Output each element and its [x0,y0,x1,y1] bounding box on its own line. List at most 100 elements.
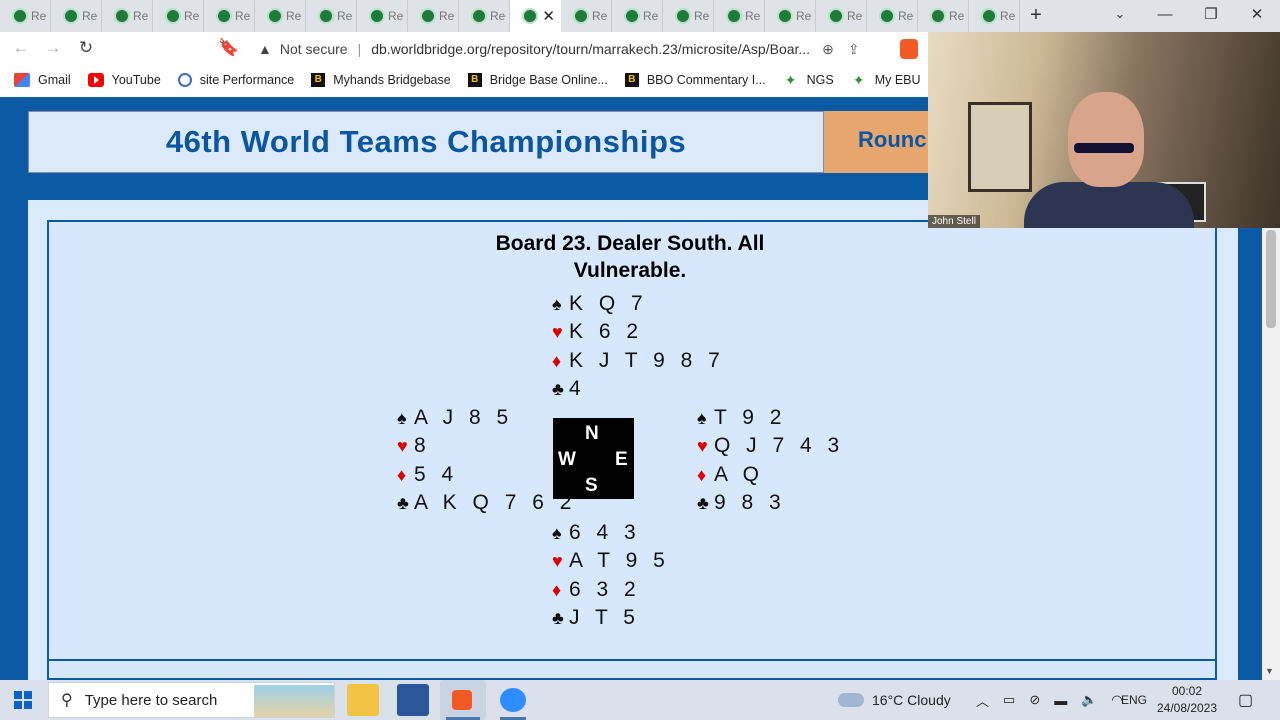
browser-tab[interactable]: Re [153,0,204,32]
forward-arrow-icon[interactable]: → [42,38,64,60]
browser-tab[interactable]: Re [612,0,663,32]
search-highlight-image [254,685,334,717]
worldbridge-favicon-icon [624,8,640,24]
browser-tab[interactable]: Re [51,0,102,32]
tab-label: Re [31,9,47,23]
tab-close-icon[interactable]: ✕ [542,7,555,25]
browser-tab[interactable]: Re [561,0,612,32]
zoom-icon[interactable]: ⊕ [822,41,834,58]
worldbridge-favicon-icon [63,8,79,24]
word-icon[interactable] [397,684,429,716]
video-overlay[interactable]: John Stell [928,32,1280,228]
battery-icon[interactable]: ▬ [1054,693,1067,708]
reload-icon[interactable]: ↻ [75,38,97,60]
south-diamonds-row: ♦ 6 3 2 [552,576,670,604]
file-explorer-icon[interactable] [347,684,379,716]
cloud-icon [838,693,864,707]
browser-tab[interactable]: Re [0,0,51,32]
bookmark-item[interactable]: B BBO Commentary I... [624,73,766,87]
browser-tab[interactable]: Re [816,0,867,32]
close-window-button[interactable]: ✕ [1242,4,1272,28]
tab-label: Re [439,9,455,23]
browser-tab[interactable]: Re [357,0,408,32]
participant-name: John Stell [928,215,980,228]
browser-tab[interactable]: Re [255,0,306,32]
chevron-up-icon[interactable]: ︿ [976,691,989,710]
tab-label: Re [898,9,914,23]
back-arrow-icon[interactable]: ← [10,38,32,60]
bookmark-item[interactable]: ✦ My EBU [851,73,921,87]
windows-start-icon[interactable] [14,691,32,709]
worldbridge-favicon-icon [573,8,589,24]
zoom-app-icon[interactable] [500,688,526,712]
gmail-icon [14,73,30,87]
worldbridge-favicon-icon [675,8,691,24]
browser-tab[interactable]: Re [459,0,510,32]
browser-tab[interactable]: Re [204,0,255,32]
brave-shields-icon[interactable] [900,39,918,59]
taskbar: ⚲ Type here to search 16°C Cloudy ︿ ▭ ⊘ … [0,680,1280,720]
minimize-button[interactable]: — [1150,4,1180,28]
bookmark-item[interactable]: YouTube [87,73,161,87]
bookmark-label: My EBU [874,73,921,87]
search-placeholder: Type here to search [84,691,218,709]
north-clubs-row: ♣ 4 [552,375,725,403]
taskbar-search[interactable]: ⚲ Type here to search [48,682,335,718]
scrollbar-thumb[interactable] [1266,230,1276,328]
hearts-suit-icon: ♥ [397,436,408,457]
tab-strip: Re Re Re Re Re Re Re Re Re Re ✕ Re Re Re Re Re Re Re Re Re … [0,0,1280,32]
browser-tab[interactable]: Re [867,0,918,32]
meet-now-icon[interactable]: ▭ [1003,692,1015,708]
url-text[interactable]: db.worldbridge.org/repository/tourn/marr… [371,41,810,57]
scroll-down-arrow-icon[interactable]: ▼ [1265,666,1274,676]
browser-tab[interactable]: Re [663,0,714,32]
bookmark-item[interactable]: B Myhands Bridgebase [311,73,451,87]
worldbridge-favicon-icon [522,8,538,24]
browser-tab[interactable]: Re [714,0,765,32]
worldbridge-favicon-icon [420,8,436,24]
diamonds-suit-icon: ♦ [697,464,707,485]
browser-tab[interactable]: ✕ [510,0,561,32]
address-bar[interactable]: ▲ Not secure | db.worldbridge.org/reposi… [250,35,920,63]
weather-widget[interactable]: 16°C Cloudy [838,680,951,720]
south-hearts-row: ♥ A T 9 5 [552,547,670,575]
browser-tab[interactable]: Re [918,0,969,32]
tab-label: Re [235,9,251,23]
participant-head [1068,92,1144,187]
north-diamonds-cards: K J T 9 8 7 [569,348,725,372]
browser-tab[interactable]: Re [969,0,1020,32]
language-indicator[interactable]: ENG [1121,680,1147,720]
volume-icon[interactable]: 🔈 [1081,692,1097,708]
bookmark-item[interactable]: B Bridge Base Online... [467,73,608,87]
tab-search-chevron-icon[interactable]: ⌄ [1110,6,1130,26]
browser-tab[interactable]: Re [306,0,357,32]
browser-tab[interactable]: Re [102,0,153,32]
east-spades-cards: T 9 2 [714,406,787,429]
bookmark-item[interactable]: Gmail [14,73,71,87]
clock[interactable]: 00:02 24/08/2023 [1152,683,1222,717]
board-divider [47,659,1217,661]
camera-off-icon[interactable]: ⊘ [1029,692,1040,708]
new-tab-button[interactable]: + [1024,4,1048,28]
round-tab[interactable]: Rounc [824,111,944,173]
share-icon[interactable]: ⇪ [848,41,860,58]
championship-banner: 46th World Teams Championships [28,111,824,173]
browser-tab[interactable]: Re [408,0,459,32]
east-hand: ♠ T 9 2 ♥ Q J 7 4 3 ♦ A Q ♣ 9 8 3 [697,404,844,517]
north-spades-cards: K Q 7 [569,292,648,315]
notifications-icon[interactable]: ▢ [1238,680,1253,720]
worldbridge-favicon-icon [777,8,793,24]
west-diamonds-row: ♦ 5 4 [397,461,576,489]
weather-text: 16°C Cloudy [872,692,951,708]
bookmark-item[interactable]: ✦ NGS [783,73,834,87]
worldbridge-favicon-icon [318,8,334,24]
bookmark-icon[interactable]: 🔖 [218,38,240,60]
bookmark-item[interactable]: site Performance [177,73,294,87]
west-spades-row: ♠ A J 8 5 [397,404,576,432]
north-hearts-row: ♥ K 6 2 [552,318,725,346]
restore-button[interactable]: ❐ [1196,4,1226,28]
worldbridge-favicon-icon [981,8,997,24]
browser-tab[interactable]: Re [765,0,816,32]
south-spades-cards: 6 4 3 [569,521,641,544]
tab-label: Re [286,9,302,23]
